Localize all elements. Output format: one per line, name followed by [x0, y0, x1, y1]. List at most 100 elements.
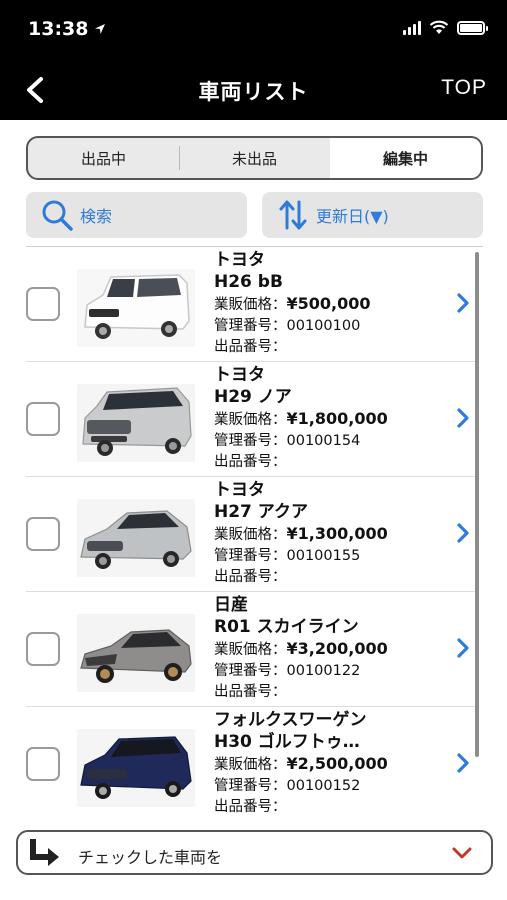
cellular-signal-icon [403, 20, 421, 35]
status-segmented-control: 出品中 未出品 編集中 [26, 136, 483, 180]
vehicle-mgmt-no: 00100154 [286, 433, 361, 449]
vehicle-price: ¥1,300,000 [286, 524, 388, 543]
sort-label: 更新日(▼) [316, 207, 389, 226]
chevron-right-icon[interactable] [454, 291, 472, 315]
vehicle-info: フォルクスワーゲン H30 ゴルフトゥ… 業販価格：¥2,500,000 管理番… [214, 709, 444, 818]
vehicle-price: ¥3,200,000 [286, 639, 388, 658]
vehicle-maker: フォルクスワーゲン [214, 710, 367, 730]
price-label: 業販価格： [214, 642, 287, 658]
chevron-right-icon[interactable] [454, 751, 472, 775]
vehicle-price-line: 業販価格：¥500,000 [214, 293, 444, 316]
vehicle-mgmt-no: 00100152 [286, 778, 361, 794]
listing-label: 出品番号： [214, 684, 287, 700]
listing-label: 出品番号： [214, 569, 287, 585]
chevron-right-icon[interactable] [454, 406, 472, 430]
price-label: 業販価格： [214, 527, 287, 543]
status-time: 13:38 [28, 18, 106, 40]
search-button[interactable]: 検索 [26, 192, 247, 238]
chevron-down-icon [452, 847, 472, 859]
vehicle-mgmt-no: 00100122 [286, 663, 361, 679]
vehicle-model: H30 ゴルフトゥ… [214, 732, 360, 752]
vehicle-mgmt-no: 00100155 [286, 548, 361, 564]
vehicle-model: R01 スカイライン [214, 617, 359, 637]
vehicle-price-line: 業販価格：¥1,300,000 [214, 523, 444, 546]
vehicle-price: ¥500,000 [286, 294, 371, 313]
vehicle-row[interactable]: トヨタ H27 アクア 業販価格：¥1,300,000 管理番号：0010015… [0, 477, 507, 592]
vehicle-listing-line: 出品番号： [214, 797, 444, 818]
location-arrow-icon [95, 24, 106, 34]
price-label: 業販価格： [214, 412, 287, 428]
vehicle-price: ¥2,500,000 [286, 754, 388, 773]
vehicle-price-line: 業販価格：¥2,500,000 [214, 753, 444, 776]
status-time-text: 13:38 [28, 18, 89, 40]
vehicle-maker: トヨタ [214, 480, 265, 500]
header: 13:38 車両リスト TOP [0, 0, 507, 120]
vehicle-maker: トヨタ [214, 250, 265, 270]
vehicle-model: H27 アクア [214, 502, 308, 522]
vehicle-mgmt-line: 管理番号：00100122 [214, 661, 444, 682]
vehicle-info: トヨタ H29 ノア 業販価格：¥1,800,000 管理番号：00100154… [214, 364, 444, 473]
vehicle-photo [77, 499, 195, 577]
vehicle-row[interactable]: フォルクスワーゲン H30 ゴルフトゥ… 業販価格：¥2,500,000 管理番… [0, 707, 507, 822]
price-label: 業販価格： [214, 757, 287, 773]
vehicle-price-line: 業販価格：¥3,200,000 [214, 638, 444, 661]
segment-editing[interactable]: 編集中 [330, 138, 481, 178]
vehicle-mgmt-line: 管理番号：00100154 [214, 431, 444, 452]
vehicle-checkbox[interactable] [26, 402, 60, 436]
vehicle-listing-line: 出品番号： [214, 567, 444, 588]
search-label: 検索 [80, 207, 113, 226]
listing-label: 出品番号： [214, 454, 287, 470]
vehicle-price-line: 業販価格：¥1,800,000 [214, 408, 444, 431]
vehicle-list: トヨタ H26 bB 業販価格：¥500,000 管理番号：00100100 出… [0, 247, 507, 822]
vehicle-maker: トヨタ [214, 365, 265, 385]
chevron-right-icon[interactable] [454, 521, 472, 545]
segment-unlisted[interactable]: 未出品 [179, 138, 330, 178]
bulk-action-select[interactable]: チェックした車両を [16, 830, 493, 875]
list-scrollbar[interactable] [475, 252, 479, 757]
vehicle-photo [77, 729, 195, 807]
vehicle-info: トヨタ H26 bB 業販価格：¥500,000 管理番号：00100100 出… [214, 249, 444, 358]
page-title: 車両リスト [198, 80, 309, 104]
mgmt-label: 管理番号： [214, 663, 287, 679]
vehicle-model: H26 bB [214, 272, 283, 292]
vehicle-mgmt-line: 管理番号：00100152 [214, 776, 444, 797]
vehicle-checkbox[interactable] [26, 632, 60, 666]
vehicle-row[interactable]: トヨタ H26 bB 業販価格：¥500,000 管理番号：00100100 出… [0, 247, 507, 362]
turn-right-arrow-icon [30, 839, 59, 866]
vehicle-maker: 日産 [214, 595, 248, 615]
bulk-action-label: チェックした車両を [78, 848, 223, 867]
mgmt-label: 管理番号： [214, 778, 287, 794]
vehicle-info: 日産 R01 スカイライン 業販価格：¥3,200,000 管理番号：00100… [214, 594, 444, 703]
vehicle-listing-line: 出品番号： [214, 337, 444, 358]
vehicle-mgmt-line: 管理番号：00100155 [214, 546, 444, 567]
segment-listed[interactable]: 出品中 [28, 138, 179, 178]
vehicle-photo [77, 269, 195, 347]
listing-label: 出品番号： [214, 799, 287, 815]
vehicle-mgmt-line: 管理番号：00100100 [214, 316, 444, 337]
vehicle-info: トヨタ H27 アクア 業販価格：¥1,300,000 管理番号：0010015… [214, 479, 444, 588]
top-link[interactable]: TOP [441, 76, 487, 100]
vehicle-row[interactable]: 日産 R01 スカイライン 業販価格：¥3,200,000 管理番号：00100… [0, 592, 507, 707]
vehicle-row[interactable]: トヨタ H29 ノア 業販価格：¥1,800,000 管理番号：00100154… [0, 362, 507, 477]
vehicle-listing-line: 出品番号： [214, 682, 444, 703]
vehicle-checkbox[interactable] [26, 287, 60, 321]
vehicle-mgmt-no: 00100100 [286, 318, 361, 334]
vehicle-photo [77, 384, 195, 462]
wifi-icon [429, 20, 449, 34]
listing-label: 出品番号： [214, 339, 287, 355]
vehicle-checkbox[interactable] [26, 747, 60, 781]
mgmt-label: 管理番号： [214, 318, 287, 334]
vehicle-checkbox[interactable] [26, 517, 60, 551]
sort-arrows-icon [279, 200, 307, 230]
vehicle-listing-line: 出品番号： [214, 452, 444, 473]
vehicle-price: ¥1,800,000 [286, 409, 388, 428]
mgmt-label: 管理番号： [214, 548, 287, 564]
sort-button[interactable]: 更新日(▼) [262, 192, 483, 238]
chevron-right-icon[interactable] [454, 636, 472, 660]
vehicle-list-screen: 13:38 車両リスト TOP 出品中 未出品 編集中 検索 更新日(▼) トヨ… [0, 0, 507, 900]
status-indicators [403, 20, 488, 35]
search-icon [42, 200, 73, 231]
vehicle-photo [77, 614, 195, 692]
battery-icon [457, 20, 488, 35]
mgmt-label: 管理番号： [214, 433, 287, 449]
